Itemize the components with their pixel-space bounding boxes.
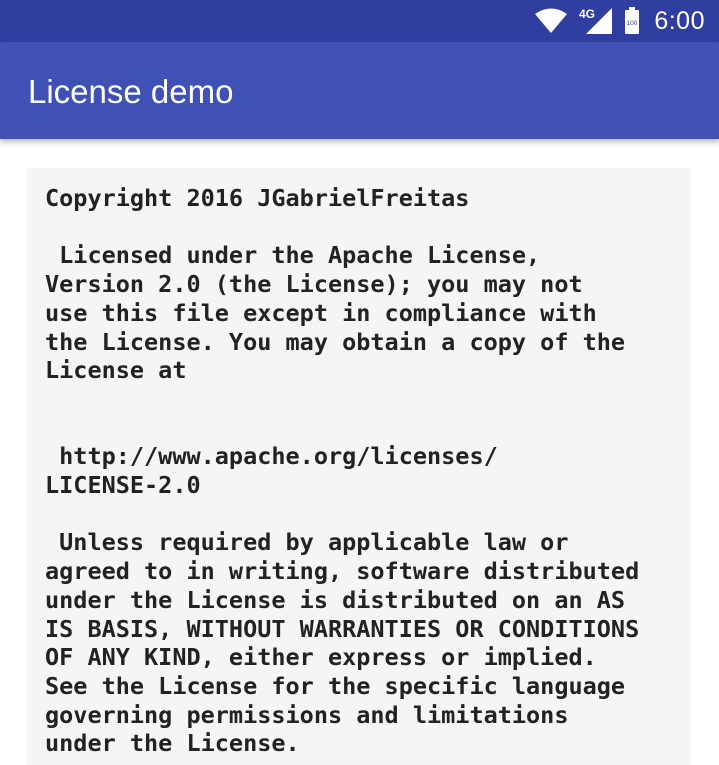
app-bar: License demo [0,42,719,139]
battery-icon: 100 [625,7,640,34]
status-bar: 4G 100 6:00 [0,0,719,42]
battery-level-label: 100 [627,20,638,27]
status-time: 6:00 [654,6,705,35]
license-text-box: Copyright 2016 JGabrielFreitas Licensed … [27,168,691,765]
cellular-signal-icon: 4G [579,7,613,34]
network-type-label: 4G [579,7,595,21]
app-title: License demo [28,73,234,110]
screen: 4G 100 6:00 License demo Copyright 2016 … [0,0,719,765]
wifi-icon [535,8,568,33]
content-area[interactable]: Copyright 2016 JGabrielFreitas Licensed … [0,139,719,765]
status-icons: 4G 100 6:00 [534,0,705,42]
license-text: Copyright 2016 JGabrielFreitas Licensed … [45,184,640,758]
